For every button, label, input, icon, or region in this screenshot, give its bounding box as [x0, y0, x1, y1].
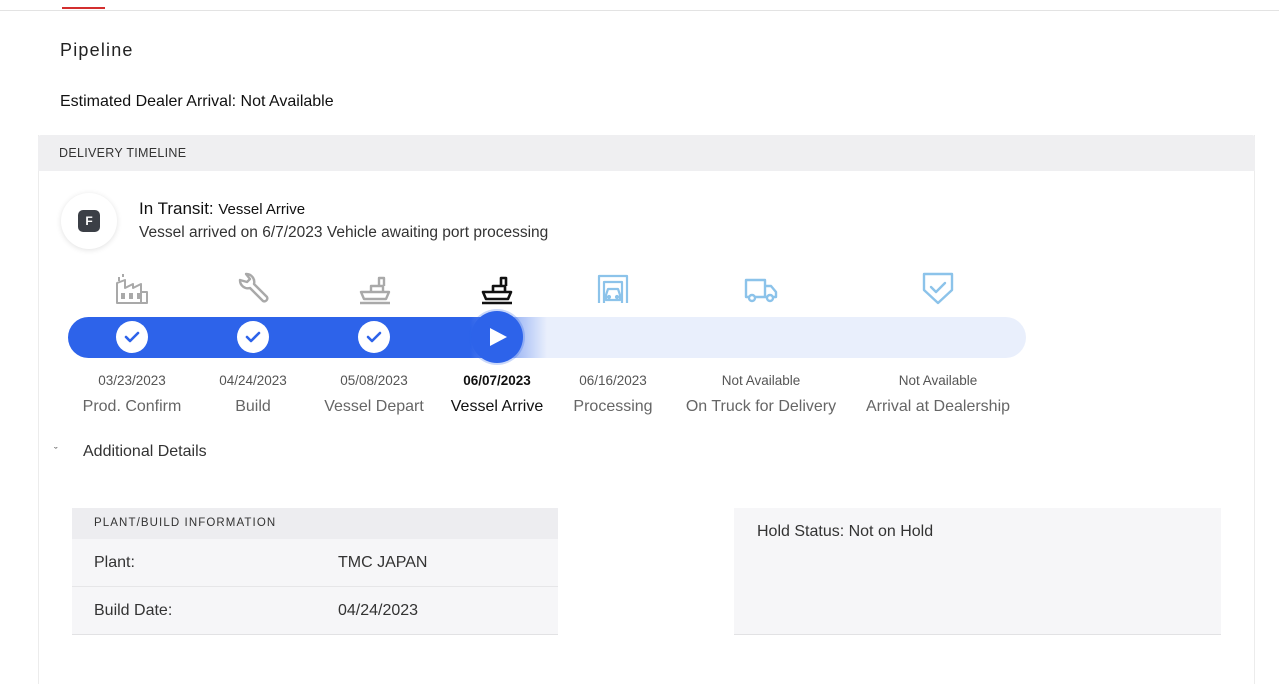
- step-complete-check-icon: [116, 321, 148, 353]
- chevron-down-icon: ˇ: [54, 446, 58, 458]
- page-title: Pipeline: [60, 40, 134, 60]
- active-tab-indicator: [62, 7, 105, 9]
- status-title-label: In Transit:: [139, 199, 214, 218]
- current-step-play-icon: [471, 311, 523, 363]
- ship-icon: [479, 272, 515, 306]
- step-date-on-truck: Not Available: [721, 373, 801, 388]
- status-title: In Transit: Vessel Arrive: [139, 199, 305, 219]
- status-badge-letter: F: [78, 210, 100, 232]
- additional-details-label: Additional Details: [83, 443, 207, 460]
- hold-status-panel: Hold Status: Not on Hold: [734, 508, 1221, 635]
- shield-check-icon: [920, 271, 956, 305]
- status-detail: Vessel arrived on 6/7/2023 Vehicle await…: [139, 224, 549, 241]
- plant-key: Plant:: [94, 554, 135, 571]
- ship-icon: [357, 272, 393, 306]
- build-date-key: Build Date:: [94, 602, 173, 619]
- eta-label: Estimated Dealer Arrival:: [60, 93, 237, 110]
- step-date-processing: 06/16/2023: [579, 373, 647, 388]
- delivery-timeline-header: DELIVERY TIMELINE: [38, 135, 1255, 171]
- table-row: Build Date: 04/24/2023: [72, 587, 558, 635]
- garage-icon: [595, 272, 631, 306]
- plant-build-header: PLANT/BUILD INFORMATION: [72, 508, 558, 539]
- plant-value: TMC JAPAN: [338, 554, 428, 571]
- status-badge: F: [61, 193, 117, 249]
- factory-icon: [114, 272, 150, 306]
- step-label-arrival-dealership: Arrival at Dealership: [865, 398, 1011, 415]
- wrench-icon: [235, 271, 271, 305]
- eta-value: Not Available: [240, 93, 334, 110]
- step-label-processing: Processing: [573, 398, 653, 415]
- step-complete-check-icon: [358, 321, 390, 353]
- step-complete-check-icon: [237, 321, 269, 353]
- delivery-timeline-title: DELIVERY TIMELINE: [59, 146, 187, 160]
- estimated-dealer-arrival: Estimated Dealer Arrival: Not Available: [60, 93, 334, 111]
- additional-details-toggle[interactable]: ˇ Additional Details: [54, 443, 207, 461]
- timeline-progress-track: [68, 317, 1026, 358]
- step-label-on-truck: On Truck for Delivery: [685, 398, 837, 415]
- top-divider: [0, 10, 1279, 11]
- truck-icon: [743, 272, 779, 306]
- step-date-arrival-dealership: Not Available: [898, 373, 978, 388]
- build-date-value: 04/24/2023: [338, 602, 419, 619]
- table-row: Plant: TMC JAPAN: [72, 539, 558, 587]
- hold-status: Hold Status: Not on Hold: [757, 523, 934, 540]
- status-title-stage: Vessel Arrive: [218, 201, 306, 218]
- plant-build-table: PLANT/BUILD INFORMATION Plant: TMC JAPAN…: [72, 508, 558, 635]
